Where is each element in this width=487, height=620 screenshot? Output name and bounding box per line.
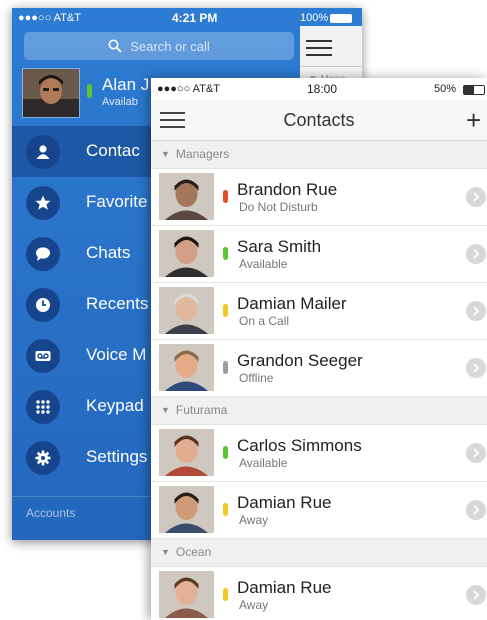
battery-icon	[463, 85, 485, 95]
search-bar[interactable]: Search or call	[24, 32, 294, 60]
contact-name: Grandon Seeger	[237, 351, 363, 370]
chevron-right-icon[interactable]	[466, 443, 486, 463]
sidebar-item-label: Chats	[86, 243, 131, 262]
sidebar-item-label: Keypad	[86, 396, 144, 415]
presence-indicator	[223, 503, 228, 516]
voicemail-icon	[35, 351, 51, 361]
contact-status: On a Call	[239, 314, 290, 328]
contact-status: Available	[239, 456, 288, 470]
presence-indicator	[223, 304, 228, 317]
contact-list: ▼ Managers Brandon Rue Do Not Disturb Sara S…	[151, 141, 487, 620]
contact-name: Damian Rue	[237, 578, 332, 597]
contact-name: Sara Smith	[237, 237, 322, 256]
battery-percent: 100%	[300, 12, 329, 24]
chevron-right-icon[interactable]	[466, 358, 486, 378]
collapse-triangle-icon: ▼	[161, 405, 170, 415]
contact-status: Away	[239, 598, 269, 612]
carrier-label: ●●●○○ AT&T	[18, 12, 81, 24]
sidebar-item-label: Contac	[86, 141, 140, 160]
collapse-triangle-icon: ▼	[161, 149, 170, 159]
contact-photo	[159, 230, 214, 277]
avatar[interactable]	[22, 68, 80, 118]
presence-indicator	[223, 190, 228, 203]
section-title: Managers	[175, 147, 230, 161]
contact-status: Available	[239, 257, 288, 271]
contact-name: Damian Rue	[237, 493, 332, 512]
contact-photo	[159, 173, 214, 220]
add-contact-button[interactable]: +	[466, 105, 481, 136]
presence-indicator	[87, 84, 92, 98]
front-phone-screen: ●●●○○ AT&T 18:00 50% Contacts + ▼ Manager…	[151, 78, 487, 620]
contact-row[interactable]: Sara Smith Available	[151, 226, 487, 283]
chevron-right-icon[interactable]	[466, 301, 486, 321]
chevron-right-icon[interactable]	[466, 585, 486, 605]
clock-label: 18:00	[307, 82, 338, 96]
battery-percent: 50%	[434, 83, 457, 95]
presence-indicator	[223, 588, 228, 601]
carrier-label: ●●●○○ AT&T	[157, 83, 220, 95]
front-status-bar: ●●●○○ AT&T 18:00 50%	[151, 78, 487, 100]
contact-row[interactable]: Damian Mailer On a Call	[151, 283, 487, 340]
presence-indicator	[223, 446, 228, 459]
section-title: Futurama	[175, 403, 228, 417]
profile-status: Availab	[102, 96, 138, 108]
contact-row[interactable]: Brandon Rue Do Not Disturb	[151, 169, 487, 226]
contact-name: Brandon Rue	[237, 180, 338, 199]
section-header[interactable]: ▼ Managers	[151, 141, 487, 169]
star-icon	[35, 195, 51, 210]
contact-photo	[159, 344, 214, 391]
contact-name: Damian Mailer	[237, 294, 347, 313]
accounts-label[interactable]: Accounts	[26, 506, 75, 520]
page-title: Contacts	[283, 110, 355, 130]
chat-bubble-icon	[36, 247, 50, 261]
contact-row[interactable]: Damian Rue Away	[151, 482, 487, 539]
collapse-triangle-icon: ▼	[161, 547, 170, 557]
profile-name: Alan J	[102, 75, 150, 94]
contact-row[interactable]: Damian Rue Away	[151, 567, 487, 620]
contact-status: Offline	[239, 371, 274, 385]
clock-icon	[36, 298, 50, 312]
presence-indicator	[223, 247, 228, 260]
chevron-right-icon[interactable]	[466, 500, 486, 520]
keypad-icon	[36, 400, 50, 414]
sidebar-item-label: Favorite	[86, 192, 148, 211]
contact-status: Do Not Disturb	[239, 200, 318, 214]
contact-row[interactable]: Grandon Seeger Offline	[151, 340, 487, 397]
person-icon	[36, 145, 50, 159]
search-icon	[108, 39, 122, 53]
menu-icon[interactable]	[306, 40, 332, 61]
sidebar-item-label: Recents	[86, 294, 149, 313]
sidebar-item-label: Settings	[86, 447, 148, 466]
section-title: Ocean	[175, 545, 212, 559]
section-header[interactable]: ▼ Futurama	[151, 397, 487, 425]
section-header[interactable]: ▼ Ocean	[151, 539, 487, 567]
contact-photo	[159, 571, 214, 618]
chevron-right-icon[interactable]	[466, 244, 486, 264]
contact-status: Away	[239, 513, 269, 527]
contact-photo	[159, 287, 214, 334]
presence-indicator	[223, 361, 228, 374]
gear-icon	[35, 450, 51, 466]
contact-name: Carlos Simmons	[237, 436, 362, 455]
chevron-right-icon[interactable]	[466, 187, 486, 207]
sidebar-item-label: Voice M	[86, 345, 147, 364]
contact-photo	[159, 486, 214, 533]
contact-row[interactable]: Carlos Simmons Available	[151, 425, 487, 482]
battery-icon	[330, 14, 352, 23]
contact-photo	[159, 429, 214, 476]
clock-label: 4:21 PM	[172, 11, 218, 25]
search-placeholder: Search or call	[130, 38, 210, 54]
contacts-navbar: Contacts +	[151, 100, 487, 141]
